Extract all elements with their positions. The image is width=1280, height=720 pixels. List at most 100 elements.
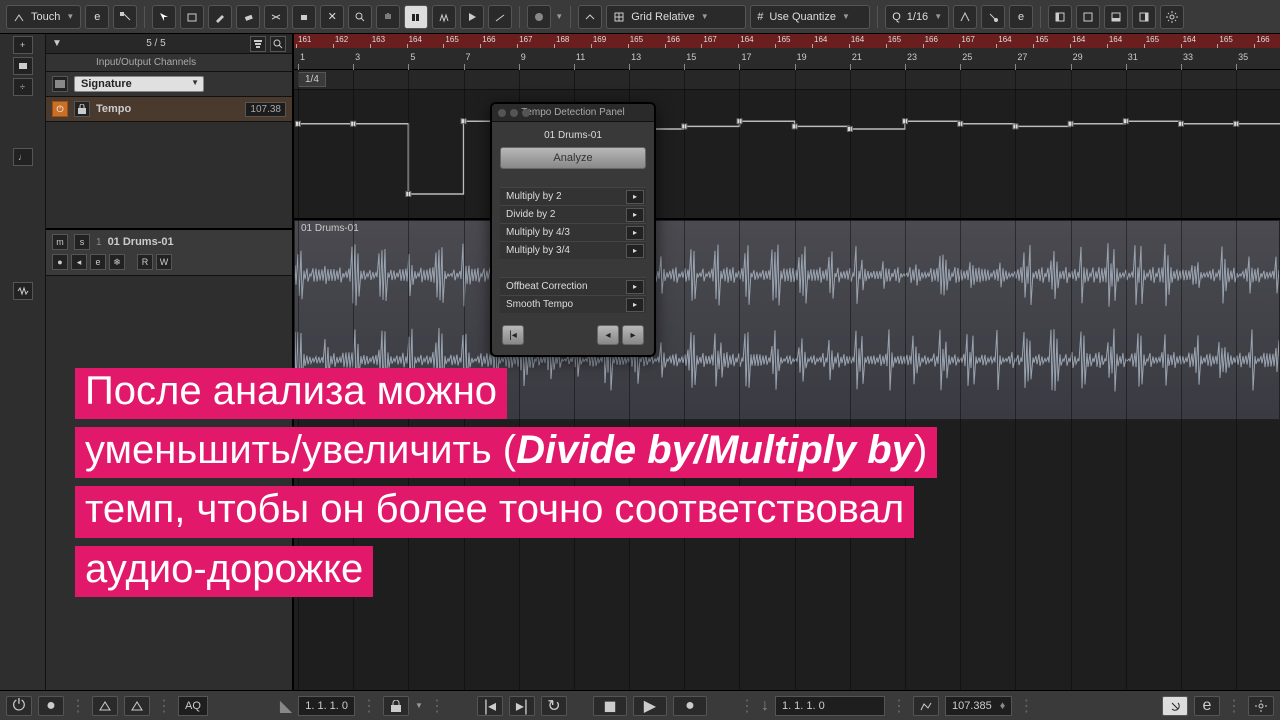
metronome[interactable] — [124, 696, 150, 716]
goto-end[interactable]: ▸| — [509, 696, 535, 716]
layout-4[interactable] — [1132, 5, 1156, 29]
settings-gear[interactable] — [1160, 5, 1184, 29]
lock-button[interactable] — [383, 696, 409, 716]
track-name: 01 Drums-01 — [108, 236, 174, 248]
panel-titlebar[interactable]: Tempo Detection Panel — [492, 104, 654, 122]
record-button-transport[interactable]: ● — [673, 696, 707, 716]
prev-button[interactable]: ◂ — [597, 325, 619, 345]
tempo-value[interactable]: 107.38 — [245, 102, 286, 117]
split-tool[interactable] — [264, 5, 288, 29]
range-tool[interactable] — [180, 5, 204, 29]
audio-align[interactable] — [981, 5, 1005, 29]
transport-bar: ⏻ ● ⋮ ⋮ AQ ◣ 1. 1. 1. 0 ⋮ ▼ ⋮ |◂ ▸| ↻ ◼ … — [0, 690, 1280, 720]
left-locator-icon: ◣ — [280, 696, 292, 716]
warp-tool[interactable] — [432, 5, 456, 29]
tempo-lane[interactable] — [294, 90, 1280, 220]
panel-action-row: Offbeat Correction▸ — [500, 277, 646, 295]
apply-button[interactable]: ▸ — [626, 226, 644, 240]
apply-button[interactable]: ▸ — [626, 208, 644, 222]
quantize-link-dropdown[interactable]: # Use Quantize ▼ — [750, 5, 870, 29]
snap-type-dropdown[interactable]: Grid Relative ▼ — [606, 5, 746, 29]
sync-button[interactable] — [1162, 696, 1188, 716]
e-button-transport[interactable]: e — [1194, 696, 1220, 716]
layout-1[interactable] — [1048, 5, 1072, 29]
next-button[interactable]: ▸ — [622, 325, 644, 345]
visibility-toggle[interactable] — [13, 57, 33, 75]
panel-title: Tempo Detection Panel — [521, 107, 624, 118]
quantize-value-dropdown[interactable]: Q 1/16 ▼ — [885, 5, 949, 29]
track-search[interactable] — [270, 36, 286, 52]
read-button[interactable]: R — [137, 254, 153, 270]
chevron-down-icon: ▼ — [934, 12, 942, 21]
record-button[interactable]: ● — [52, 254, 68, 270]
divide-tracklist[interactable]: ÷ — [13, 78, 33, 96]
snap-toggle[interactable] — [578, 5, 602, 29]
line-tool[interactable] — [488, 5, 512, 29]
hand-tool[interactable] — [376, 5, 400, 29]
left-locator-field[interactable]: 1. 1. 1. 0 — [298, 696, 355, 716]
quantize-apply[interactable] — [953, 5, 977, 29]
tempo-note-icon: ♩ — [13, 148, 33, 166]
power-icon[interactable]: ⏻ — [6, 696, 32, 716]
erase-tool[interactable] — [236, 5, 260, 29]
sig-folder-icon — [52, 76, 68, 92]
overlay-line3: темп, чтобы он более точно соответствова… — [75, 486, 914, 537]
draw-tool[interactable] — [208, 5, 232, 29]
play-tool[interactable] — [460, 5, 484, 29]
position-field[interactable]: 1. 1. 1. 0 — [775, 696, 885, 716]
signature-dropdown[interactable]: Signature — [74, 76, 204, 92]
mute-button[interactable]: m — [52, 234, 68, 250]
io-label: Input/Output Channels — [96, 57, 196, 68]
audio-track-row[interactable]: m s 1 01 Drums-01 ● ◂ e ❄ R W — [46, 230, 292, 276]
mute-tool[interactable]: ✕ — [320, 5, 344, 29]
apply-button[interactable]: ▸ — [626, 190, 644, 204]
tempo-active-icon[interactable]: ⏻ — [52, 101, 68, 117]
arrow-tool[interactable] — [152, 5, 176, 29]
signature-flag[interactable]: 1/4 — [298, 72, 326, 87]
edit-button[interactable]: e — [90, 254, 106, 270]
aq-indicator[interactable]: AQ — [178, 696, 208, 716]
apply-button[interactable]: ▸ — [626, 280, 644, 294]
tempo-lock-icon[interactable] — [74, 101, 90, 117]
apply-button[interactable]: ▸ — [626, 244, 644, 258]
comp-tool[interactable] — [404, 5, 428, 29]
signature-lane[interactable]: 1/4 — [294, 70, 1280, 90]
constrain-tool[interactable] — [113, 5, 137, 29]
freeze-button[interactable]: ❄ — [109, 254, 125, 270]
tempo-track-toggle[interactable] — [913, 696, 939, 716]
annotation-overlay: После анализа можно уменьшить/увеличить … — [75, 368, 937, 605]
add-menu[interactable]: ▼ — [52, 38, 62, 49]
settings-transport[interactable] — [1248, 696, 1274, 716]
metronome-pre[interactable] — [92, 696, 118, 716]
e-button[interactable]: e — [85, 5, 109, 29]
layout-2[interactable] — [1076, 5, 1100, 29]
signature-track-row[interactable]: Signature — [46, 72, 292, 97]
stop-button[interactable]: ◼ — [593, 696, 627, 716]
chevron-down-icon: ▼ — [66, 12, 74, 21]
cycle-button[interactable]: ↻ — [541, 696, 567, 716]
goto-start[interactable]: |◂ — [477, 696, 503, 716]
panel-action-row: Multiply by 2▸ — [500, 187, 646, 205]
io-channels-row[interactable]: Input/Output Channels — [46, 54, 292, 72]
tempo-track-row[interactable]: ⏻ Tempo 107.38 — [46, 97, 292, 122]
ruler[interactable]: 1611621631641651661671681691651661671641… — [294, 34, 1280, 70]
e-settings[interactable]: e — [1009, 5, 1033, 29]
rewind-start-button[interactable]: |◂ — [502, 325, 524, 345]
track-filter[interactable] — [250, 36, 266, 52]
automation-mode-dropdown[interactable]: Touch ▼ — [6, 5, 81, 29]
apply-button[interactable]: ▸ — [626, 298, 644, 312]
monitor-button[interactable]: ◂ — [71, 254, 87, 270]
add-track-button[interactable]: + — [13, 36, 33, 54]
punch-in[interactable]: ● — [38, 696, 64, 716]
play-button[interactable]: ▶ — [633, 696, 667, 716]
analyze-button[interactable]: Analyze — [500, 147, 646, 169]
solo-button[interactable]: s — [74, 234, 90, 250]
track-number: 1 — [96, 237, 102, 248]
write-button[interactable]: W — [156, 254, 172, 270]
color-tool[interactable] — [527, 5, 551, 29]
layout-3[interactable] — [1104, 5, 1128, 29]
zoom-tool[interactable] — [348, 5, 372, 29]
glue-tool[interactable] — [292, 5, 316, 29]
overlay-line1: После анализа можно — [75, 368, 507, 419]
tempo-display[interactable]: 107.385♦ — [945, 696, 1012, 716]
